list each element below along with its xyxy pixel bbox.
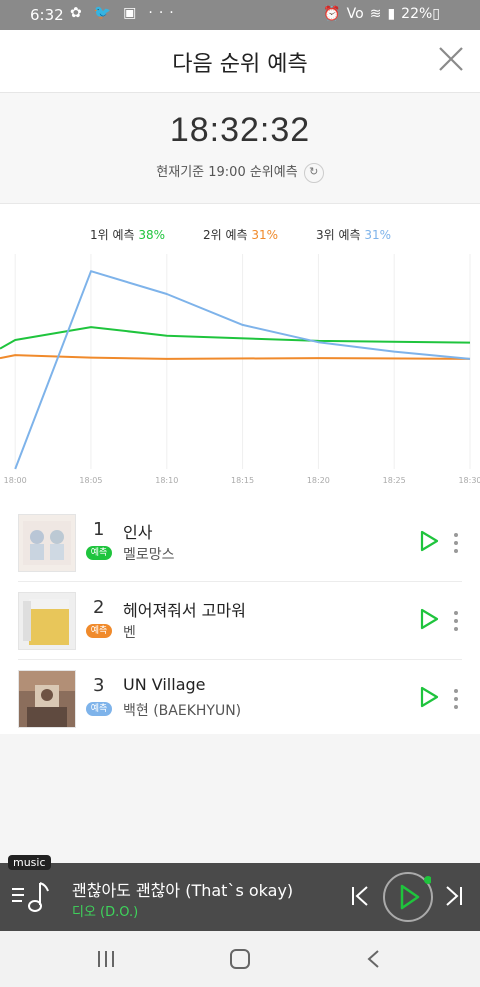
app-notification-icon: ✿ [70, 5, 88, 21]
more-options-icon[interactable] [452, 532, 460, 554]
play-icon[interactable] [418, 608, 440, 630]
clock-panel: 18:32:32 현재기준 19:00 순위예측 ↻ [0, 93, 480, 204]
volte-icon: Vo [346, 6, 364, 22]
page-title: 다음 순위 예측 [172, 52, 308, 77]
play-pause-button[interactable] [383, 872, 433, 922]
battery-percent: 22% [401, 6, 433, 22]
page-header: 다음 순위 예측 [0, 30, 480, 93]
more-options-icon[interactable] [452, 688, 460, 710]
status-right: ⏰ Vo ≋ ▮ 22% ▯ [323, 6, 446, 22]
status-time: 6:32 [30, 6, 64, 24]
song-list: 1 인사 예측 멜로망스 2 헤어져줘서 고마워 예측 벤 3 UN Villa… [0, 504, 480, 734]
list-item[interactable]: 2 헤어져줘서 고마워 예측 벤 [0, 582, 480, 658]
x-tick-label: 18:30 [458, 476, 480, 485]
chart-svg: 18:00 18:05 18:10 18:15 18:20 18:25 18:30 [0, 254, 480, 485]
album-art [18, 514, 76, 572]
rank-number: 2 [93, 597, 105, 618]
x-tick-label: 18:00 [4, 476, 27, 485]
more-notifications-icon: ··· [148, 5, 180, 21]
notification-icons: ✿ 🐦 ▣ ··· [70, 5, 186, 21]
now-playing-title: 괜찮아도 괜찮아 (That`s okay) [72, 881, 294, 900]
refresh-icon[interactable]: ↻ [303, 162, 324, 183]
prediction-badge: 예측 [86, 624, 112, 638]
x-tick-label: 18:15 [231, 476, 254, 485]
back-icon[interactable] [362, 949, 386, 969]
series-line-2 [0, 354, 471, 360]
album-art [18, 592, 76, 650]
x-tick-label: 18:20 [307, 476, 330, 485]
playlist-icon[interactable] [10, 879, 50, 915]
song-title: UN Village [123, 675, 206, 694]
recent-apps-icon[interactable] [94, 949, 118, 969]
music-tag: music [8, 855, 51, 870]
series-line-1 [0, 326, 471, 350]
list-item[interactable]: 3 UN Village 예측 백현 (BAEKHYUN) [0, 660, 480, 736]
list-item[interactable]: 1 인사 예측 멜로망스 [0, 504, 480, 580]
play-icon [400, 876, 431, 910]
mini-player[interactable]: music 괜찮아도 괜찮아 (That`s okay) 디오 (D.O.) [0, 855, 480, 931]
x-tick-label: 18:25 [383, 476, 406, 485]
next-icon[interactable] [444, 885, 464, 907]
now-playing-artist: 디오 (D.O.) [72, 905, 139, 920]
close-icon[interactable] [438, 46, 464, 72]
gallery-icon: ▣ [123, 5, 143, 21]
signal-icon: ▮ [387, 6, 396, 22]
more-options-icon[interactable] [452, 610, 460, 632]
x-tick-label: 18:05 [79, 476, 102, 485]
previous-icon[interactable] [350, 885, 370, 907]
artist-name: 벤 [123, 625, 136, 641]
song-title: 헤어져줘서 고마워 [123, 601, 246, 620]
alarm-icon: ⏰ [323, 6, 341, 22]
prediction-badge: 예측 [86, 702, 112, 716]
wifi-icon: ≋ [369, 6, 382, 22]
play-icon[interactable] [418, 686, 440, 708]
artist-name: 백현 (BAEKHYUN) [123, 703, 242, 719]
rank-number: 1 [93, 519, 105, 540]
artist-name: 멜로망스 [123, 547, 175, 563]
home-icon[interactable] [228, 949, 252, 969]
prediction-badge: 예측 [86, 546, 112, 560]
album-art [18, 670, 76, 728]
twitter-icon: 🐦 [93, 5, 118, 21]
prediction-basis-text: 현재기준 19:00 순위예측 [156, 165, 298, 180]
system-nav-bar [0, 931, 480, 987]
status-bar: 6:32 ✿ 🐦 ▣ ··· ⏰ Vo ≋ ▮ 22% ▯ [0, 0, 480, 30]
rank-number: 3 [93, 675, 105, 696]
current-time: 18:32:32 [169, 111, 311, 149]
battery-icon: ▯ [432, 6, 440, 22]
prediction-chart: 1위 예측 38% 2위 예측 31% 3위 예측 31% 18:00 18:05… [0, 204, 480, 504]
x-tick-label: 18:10 [155, 476, 178, 485]
prediction-basis: 현재기준 19:00 순위예측 ↻ [0, 161, 480, 183]
play-icon[interactable] [418, 530, 440, 552]
song-title: 인사 [123, 523, 153, 542]
